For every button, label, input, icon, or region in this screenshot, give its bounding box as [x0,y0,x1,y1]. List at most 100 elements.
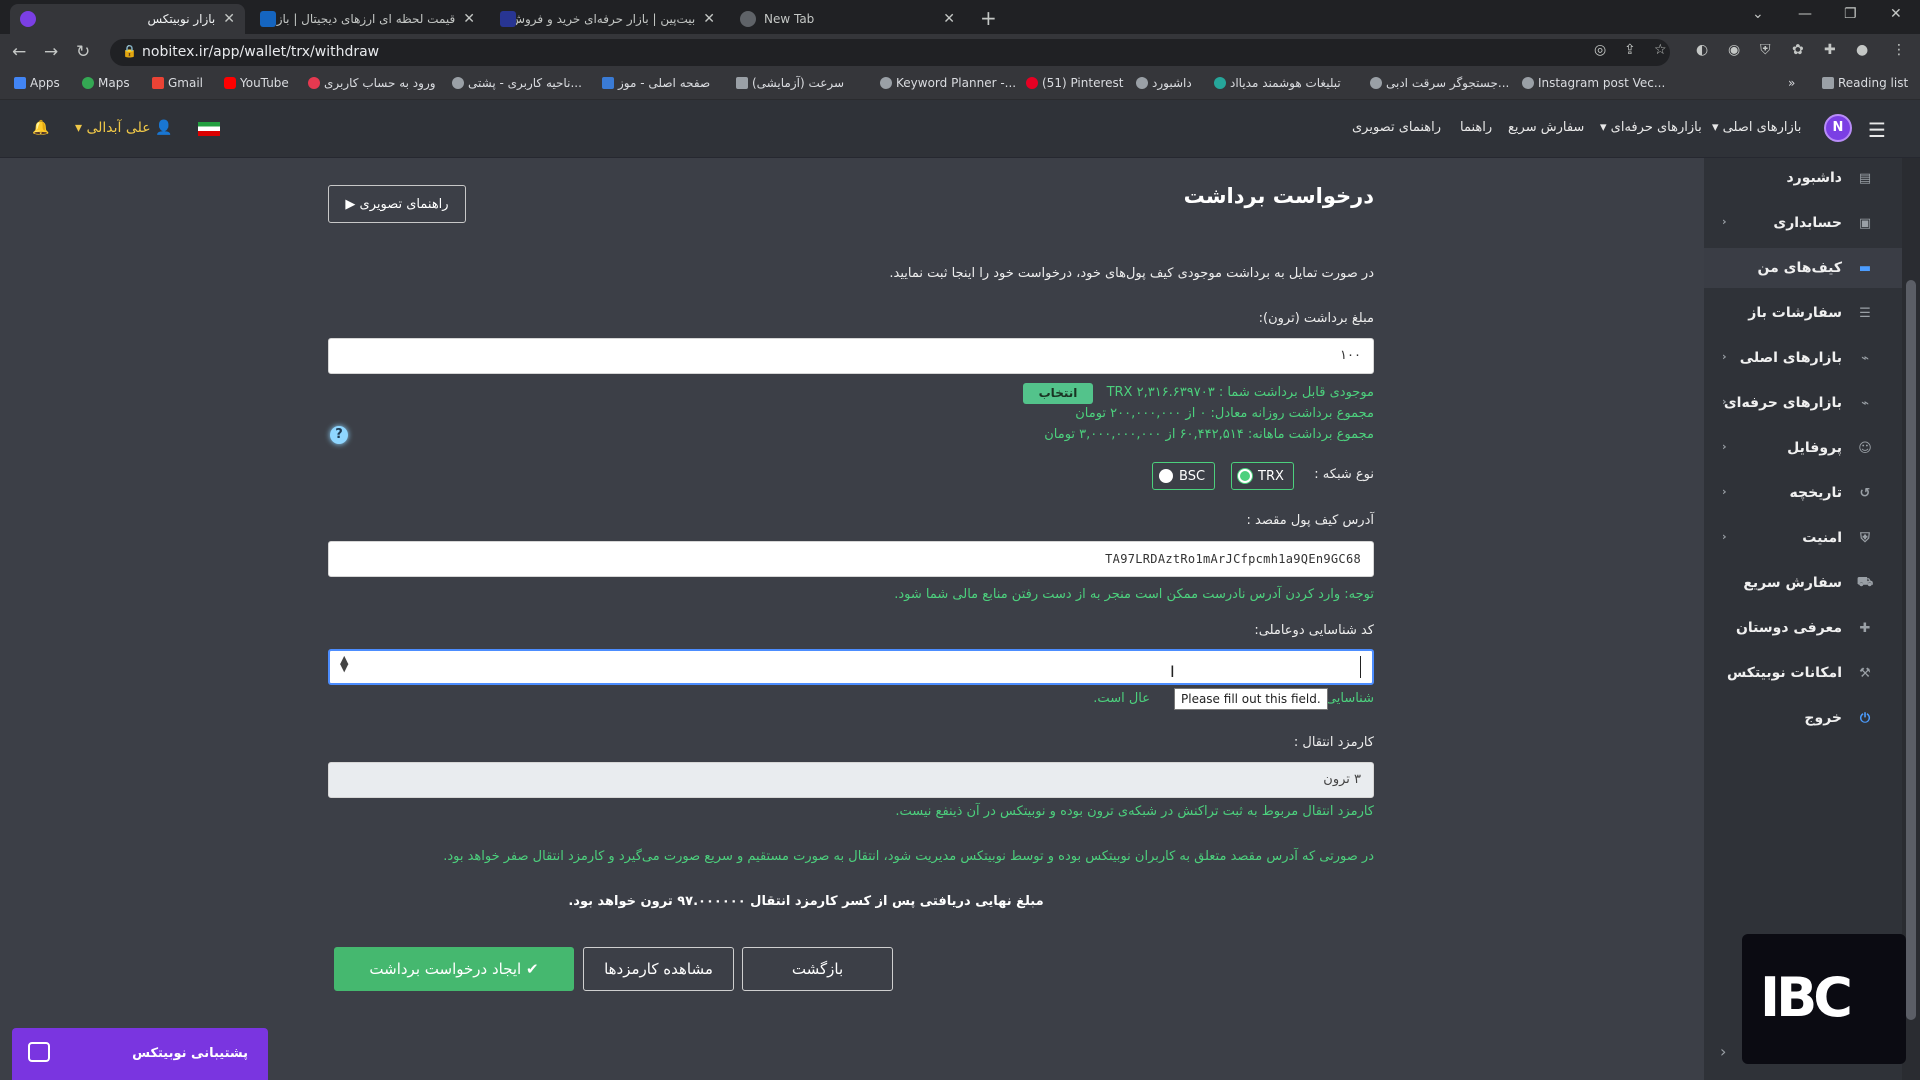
iran-flag-icon[interactable] [198,122,220,136]
visual-guide-button[interactable]: راهنمای تصویری ▶ [328,185,466,223]
close-icon[interactable]: ✕ [703,11,715,27]
twofa-label: کد شناسایی دوعاملی: [1254,623,1374,638]
chat-bubble-icon [28,1042,50,1062]
twofa-hint-end: عال است. [1093,691,1150,706]
profile-avatar-icon[interactable]: ● [1856,42,1868,58]
reload-icon[interactable]: ↻ [76,42,90,62]
notification-bell-icon[interactable]: 🔔 [32,120,49,136]
nav-visual-guide[interactable]: راهنمای تصویری [1352,120,1441,135]
bookmark-pinterest[interactable]: (51) Pinterest [1026,76,1123,90]
select-max-button[interactable]: انتخاب [1023,383,1093,404]
nav-quick-order[interactable]: سفارش سریع [1508,120,1584,135]
back-button[interactable]: بازگشت [742,947,893,991]
sidebar-item-history[interactable]: ↺ تاریخچه ‹ [1704,473,1902,513]
network-option-bsc[interactable]: BSC [1152,462,1215,490]
eye-off-icon[interactable]: ◎ [1594,42,1606,58]
nav-help[interactable]: راهنما [1460,120,1492,135]
sidebar-item-pro-markets[interactable]: ⌁ بازارهای حرفه‌ای ‹ [1704,383,1902,423]
youtube-icon [224,77,236,89]
tab-bitpin[interactable]: ✕ بیت‌پین | بازار حرفه‌ای خرید و فروش [490,4,725,34]
back-arrow-icon[interactable]: ← [12,42,26,62]
new-tab-button[interactable]: + [980,6,997,30]
extension-icon[interactable]: ◉ [1728,42,1740,58]
extension-icon[interactable]: ◐ [1696,42,1708,58]
close-window-icon[interactable]: ✕ [1890,6,1902,22]
hamburger-menu-icon[interactable]: ☰ [1868,118,1886,142]
bookmark-gmail[interactable]: Gmail [152,76,203,90]
restore-icon[interactable]: ❐ [1844,6,1857,22]
sidebar-item-logout[interactable]: ⏻ خروج [1704,698,1902,738]
url-text: nobitex.ir/app/wallet/trx/withdraw [142,44,380,60]
amount-input[interactable]: ۱۰۰ [328,338,1374,374]
wallet-icon: ▬ [1858,260,1872,276]
tab-arz-prices[interactable]: ✕ قیمت لحظه ای ارزهای دیجیتال | بازار [250,4,485,34]
bookmark-youtube[interactable]: YouTube [224,76,289,90]
bookmarks-overflow-icon[interactable]: » [1788,76,1795,90]
bookmark-keyword-planner[interactable]: Keyword Planner -... [880,76,1016,90]
tab-title: بیت‌پین | بازار حرفه‌ای خرید و فروش [516,12,696,26]
share-icon[interactable]: ⇪ [1624,42,1636,58]
sidebar-item-my-wallets[interactable]: ▬ کیف‌های من [1704,248,1902,288]
close-icon[interactable]: ✕ [463,11,475,27]
sidebar-item-features[interactable]: ⚒ امکانات نوبیتکس [1704,653,1902,693]
minimize-icon[interactable]: — [1798,6,1812,22]
power-icon: ⏻ [1859,710,1871,726]
sidebar-item-accounting[interactable]: ▣ حسابداری ‹ [1704,203,1902,243]
bookmark-mouz[interactable]: صفحه اصلی - موز [602,76,710,90]
sidebar-item-security[interactable]: ⛨ امنیت ‹ [1704,518,1902,558]
support-chat-widget[interactable]: پشتیبانی نوبیتکس [12,1028,268,1080]
clipboard-icon: ▤ [1858,170,1872,186]
apps-grid-icon [14,77,26,89]
user-gear-icon: ☺ [1858,440,1872,456]
forward-arrow-icon[interactable]: → [44,42,58,62]
nav-pro-markets[interactable]: بازارهای حرفه‌ای ▾ [1600,120,1702,135]
bookmark-mediaad[interactable]: تبلیغات هوشمند مدیااد [1214,76,1341,90]
bookmark-plagiarism[interactable]: جستجوگر سرقت ادبی... [1370,76,1509,90]
kebab-menu-icon[interactable]: ⋮ [1892,42,1906,58]
address-bar[interactable]: 🔒 nobitex.ir/app/wallet/trx/withdraw [110,39,1670,66]
twofa-code-input[interactable] [328,649,1374,685]
chrome-favicon-icon [740,11,756,27]
globe-icon [452,77,464,89]
bookmark-instagram[interactable]: Instagram post Vec... [1522,76,1665,90]
tab-search-chevron-icon[interactable]: ⌄ [1752,6,1764,22]
bookmark-login[interactable]: ورود به حساب کاربری [308,76,436,90]
bookmark-speed[interactable]: سرعت (آزمایشی) [736,76,844,90]
puzzle-icon[interactable]: ✚ [1824,42,1836,58]
pinterest-icon [1026,77,1038,89]
close-icon[interactable]: ✕ [223,11,235,27]
radio-unselected-icon [1159,469,1173,483]
create-withdraw-request-button[interactable]: ✔ ایجاد درخواست برداشت [334,947,574,991]
number-spinner-icon[interactable]: ▲ ▼ [340,654,348,673]
extension-icon[interactable]: ✿ [1792,42,1804,58]
shield-extension-icon[interactable]: ⛨ [1760,42,1771,58]
globe-icon [1370,77,1382,89]
sidebar-item-profile[interactable]: ☺ پروفایل ‹ [1704,428,1902,468]
bookmark-dashboard[interactable]: داشبورد [1136,76,1192,90]
star-icon[interactable]: ☆ [1654,42,1667,58]
tab-nobitex[interactable]: ✕ بازار نوبیتکس [10,4,245,34]
destination-address-input[interactable]: TA97LRDAztRo1mArJCfpcmh1a9QEn9GC68 [328,541,1374,577]
scrollbar-thumb[interactable] [1906,280,1916,1020]
nav-main-markets[interactable]: بازارهای اصلی ▾ [1712,120,1801,135]
bookmark-maps[interactable]: Maps [82,76,130,90]
close-icon[interactable]: ✕ [943,11,955,27]
nobitex-logo[interactable]: N [1824,114,1852,142]
bookmark-apps[interactable]: Apps [14,76,60,90]
mediaad-icon [1214,77,1226,89]
chevron-left-icon: ‹ [1722,350,1727,363]
network-option-trx[interactable]: TRX [1231,462,1294,490]
sidebar-item-quick-order[interactable]: ⛟ سفارش سریع [1704,563,1902,603]
bookmark-panel[interactable]: ناحیه کاربری - پشتی... [452,76,582,90]
chevron-right-icon[interactable]: › [1720,1042,1726,1061]
reading-list[interactable]: Reading list [1822,76,1908,90]
user-menu[interactable]: 👤 علی آبدالی ▾ [75,120,172,136]
internal-transfer-note: در صورتی که آدرس مقصد متعلق به کاربران ن… [443,849,1374,864]
tab-new-tab[interactable]: New Tab ✕ [730,4,965,34]
view-fees-button[interactable]: مشاهده کارمزدها [583,947,734,991]
sidebar-item-referral[interactable]: ✚ معرفی دوستان [1704,608,1902,648]
sidebar-item-main-markets[interactable]: ⌁ بازارهای اصلی ‹ [1704,338,1902,378]
help-icon[interactable]: ? [330,426,348,444]
sidebar-item-dashboard[interactable]: ▤ داشبورد [1704,158,1902,198]
sidebar-item-open-orders[interactable]: ☰ سفارشات باز [1704,293,1902,333]
